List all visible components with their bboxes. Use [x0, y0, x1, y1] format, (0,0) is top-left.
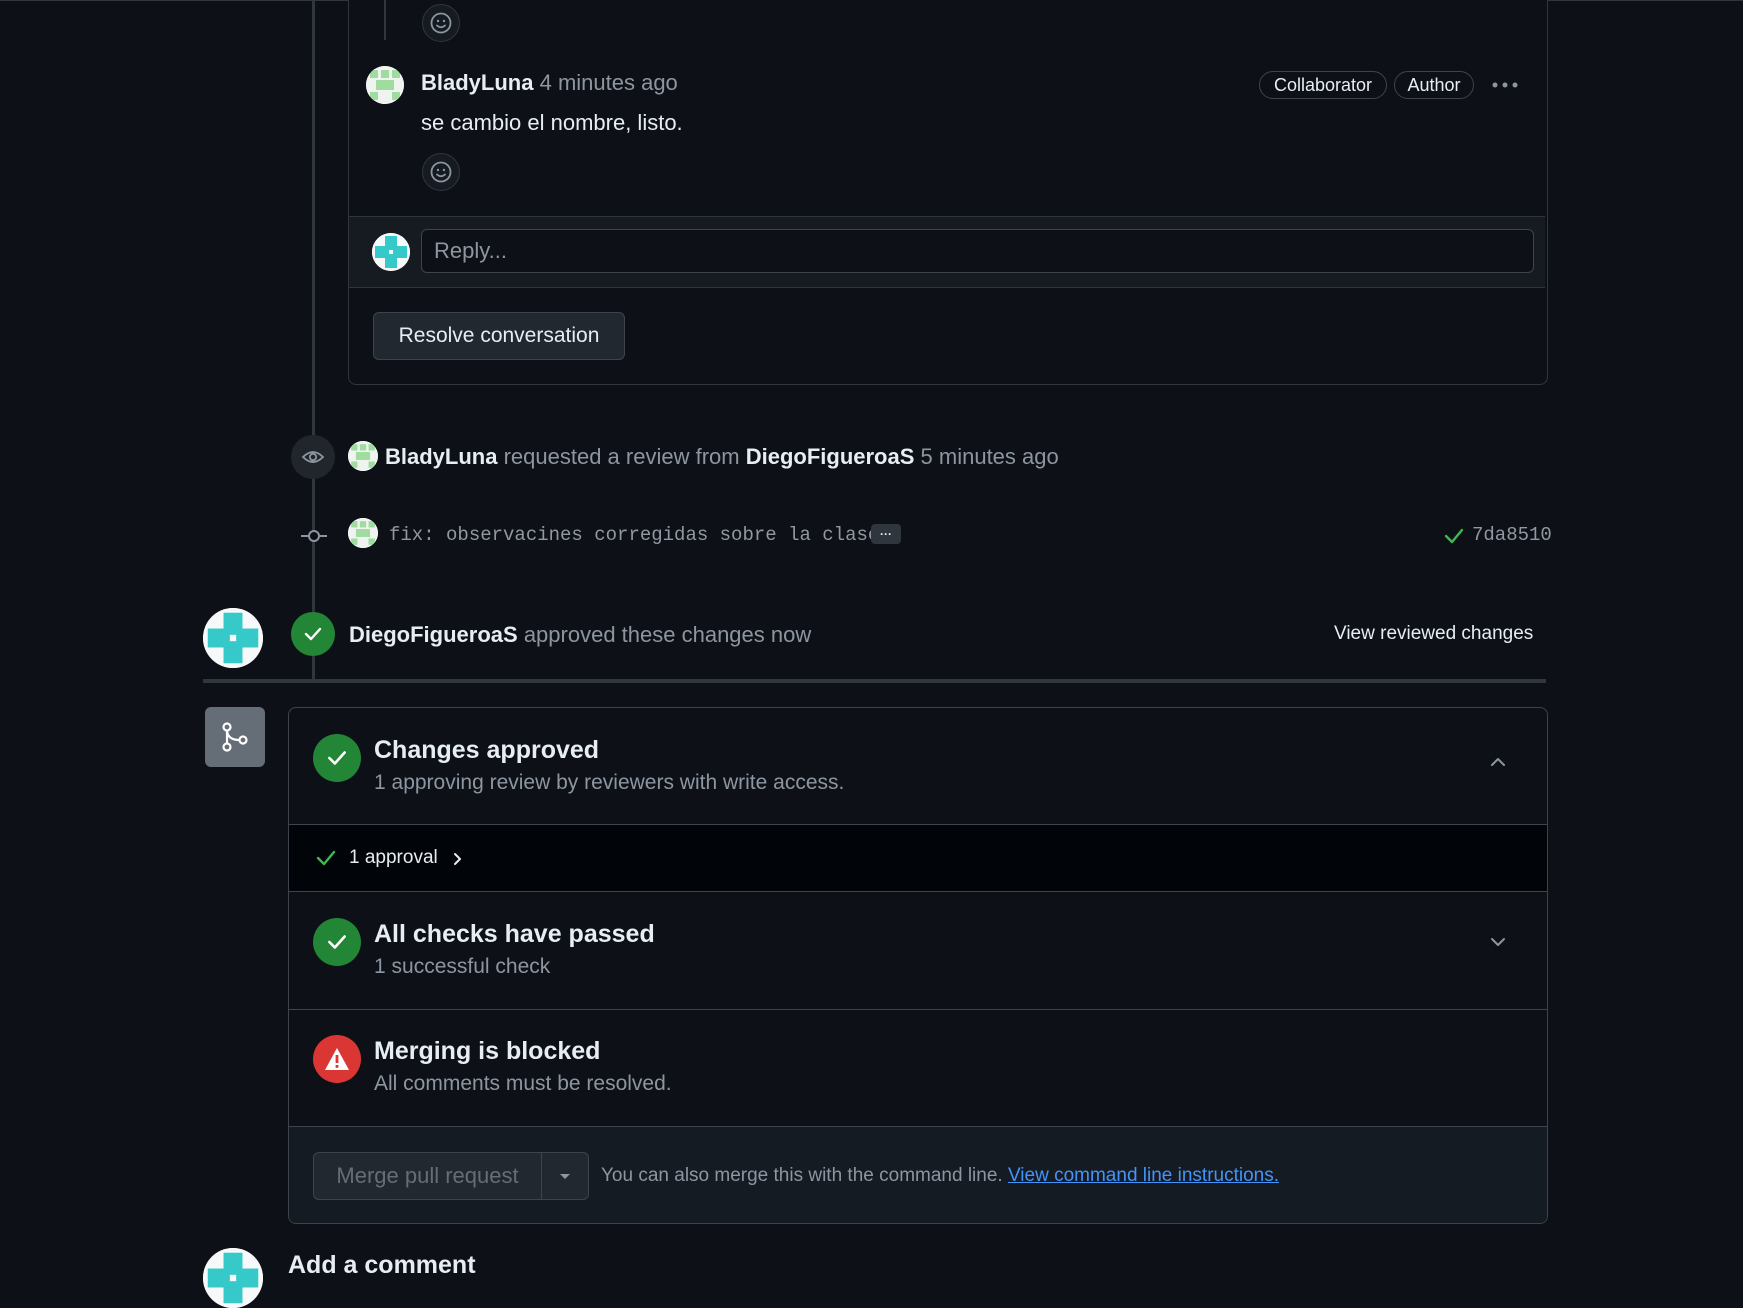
approved-subtitle: 1 approving review by reviewers with wri…	[374, 771, 845, 794]
changes-approved-section[interactable]: Changes approved 1 approving review by r…	[289, 708, 1547, 825]
merge-icon-badge	[205, 707, 265, 767]
approved-status-badge	[313, 734, 361, 782]
chevron-right-icon	[449, 851, 465, 867]
check-icon	[328, 935, 346, 949]
triangle-down-icon	[560, 1174, 570, 1179]
merge-blocked-section: Merging is blocked All comments must be …	[289, 1010, 1547, 1127]
approval-count-row[interactable]: 1 approval	[289, 825, 1547, 892]
comment-header: BladyLuna 4 minutes ago	[421, 70, 678, 96]
commit-author-avatar[interactable]	[348, 518, 378, 548]
approval-count[interactable]: 1 approval	[349, 847, 438, 869]
more-options-button[interactable]	[1488, 70, 1522, 100]
merge-actions: Merge pull request You can also merge th…	[289, 1127, 1547, 1223]
cli-hint: You can also merge this with the command…	[601, 1165, 1280, 1186]
resolve-conversation-button[interactable]: Resolve conversation	[373, 312, 625, 360]
checks-subtitle: 1 successful check	[374, 955, 551, 978]
checks-status-badge	[313, 918, 361, 966]
commit-expand-button[interactable]: ···	[871, 524, 901, 544]
current-user-avatar	[203, 1248, 263, 1308]
commit-status-check-icon	[1443, 525, 1465, 547]
merge-pull-request-button[interactable]: Merge pull request	[313, 1152, 542, 1200]
smiley-icon	[430, 161, 452, 183]
checks-section[interactable]: All checks have passed 1 successful chec…	[289, 892, 1547, 1010]
timeline-divider	[203, 679, 1546, 683]
view-reviewed-changes-link[interactable]: View reviewed changes	[1334, 623, 1533, 645]
chevron-down-icon	[1491, 938, 1505, 946]
approved-badge	[291, 612, 335, 656]
thread-line	[384, 0, 386, 40]
git-commit-icon	[301, 530, 327, 542]
event-time[interactable]: 5 minutes ago	[921, 444, 1059, 469]
reply-input[interactable]: Reply...	[421, 229, 1534, 273]
blocked-status-badge	[313, 1035, 361, 1083]
actor-avatar[interactable]	[348, 441, 378, 471]
chevron-up-icon	[1491, 758, 1505, 766]
kebab-horizontal-icon	[1492, 82, 1518, 88]
merge-method-dropdown[interactable]	[541, 1152, 589, 1200]
reviewer-name[interactable]: DiegoFigueroaS	[746, 444, 915, 469]
comment-author[interactable]: BladyLuna	[421, 70, 533, 95]
approval-text: DiegoFigueroaS approved these changes no…	[349, 622, 812, 647]
alert-icon	[325, 1048, 349, 1070]
current-user-avatar	[372, 233, 410, 271]
check-icon	[315, 847, 337, 869]
commit-sha[interactable]: 7da8510	[1472, 524, 1552, 546]
check-icon	[328, 751, 346, 765]
blocked-title: Merging is blocked	[374, 1037, 601, 1065]
approved-title: Changes approved	[374, 736, 600, 764]
actor-name[interactable]: BladyLuna	[385, 444, 497, 469]
comment-time[interactable]: 4 minutes ago	[540, 70, 678, 95]
review-request-text: BladyLuna requested a review from DiegoF…	[385, 444, 1059, 469]
review-request-badge	[291, 435, 335, 479]
checks-title: All checks have passed	[374, 920, 655, 948]
reviewer-avatar[interactable]	[203, 608, 263, 668]
commit-node	[300, 524, 328, 548]
merge-box: Changes approved 1 approving review by r…	[288, 707, 1548, 1224]
commit-message[interactable]: fix: observacines corregidas sobre la cl…	[389, 524, 879, 546]
smiley-icon	[430, 12, 452, 34]
expand-button[interactable]	[1486, 930, 1510, 954]
add-reaction-button[interactable]	[422, 4, 460, 42]
check-icon	[304, 627, 322, 641]
author-badge: Author	[1394, 71, 1474, 99]
view-command-line-instructions-link[interactable]: View command line instructions.	[1008, 1165, 1279, 1186]
avatar[interactable]	[366, 66, 404, 104]
add-comment-title: Add a comment	[288, 1251, 476, 1279]
eye-icon	[301, 451, 325, 463]
git-merge-icon	[222, 722, 248, 752]
blocked-subtitle: All comments must be resolved.	[374, 1072, 672, 1095]
add-reaction-button[interactable]	[422, 153, 460, 191]
collaborator-badge: Collaborator	[1259, 71, 1387, 99]
collapse-button[interactable]	[1486, 750, 1510, 774]
timeline-line	[312, 0, 315, 680]
comment-body: se cambio el nombre, listo.	[421, 110, 683, 135]
reviewer-name[interactable]: DiegoFigueroaS	[349, 622, 518, 647]
